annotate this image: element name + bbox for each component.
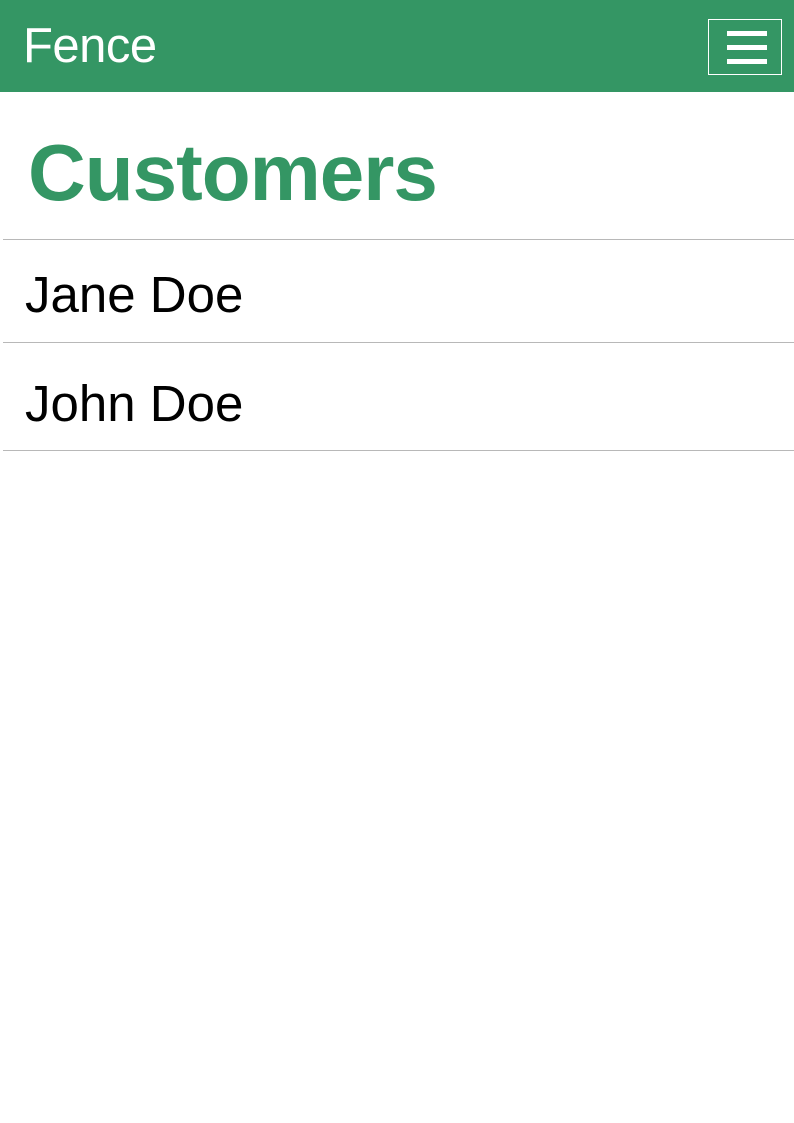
- customer-name: Jane Doe: [25, 266, 244, 323]
- menu-icon-line: [727, 45, 767, 50]
- customer-list-item-john-doe[interactable]: John Doe: [3, 343, 794, 451]
- menu-button[interactable]: [708, 19, 782, 75]
- customer-list: Jane Doe John Doe: [3, 239, 794, 451]
- customer-name: John Doe: [25, 375, 244, 432]
- customer-list-item-jane-doe[interactable]: Jane Doe: [3, 240, 794, 343]
- app-bar: Fence: [0, 0, 794, 92]
- menu-icon-line: [727, 31, 767, 36]
- customers-page: Fence Customers Jane Doe John Doe: [0, 0, 794, 1123]
- page-title: Customers: [28, 128, 438, 217]
- hamburger-menu-icon: [727, 31, 767, 64]
- app-title: Fence: [23, 19, 157, 73]
- menu-icon-line: [727, 59, 767, 64]
